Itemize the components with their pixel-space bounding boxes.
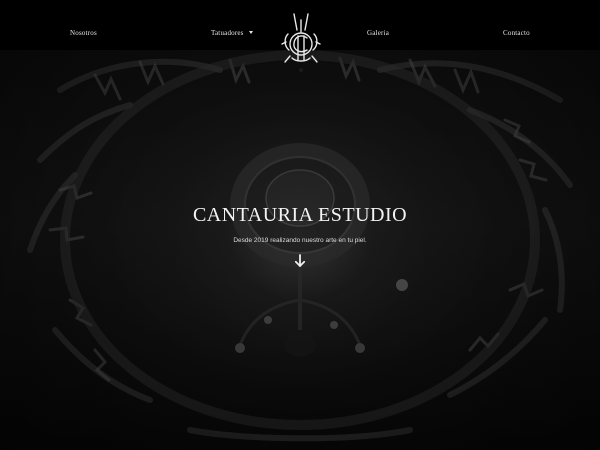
- nav-link-tatuadores-label: Tatuadores: [211, 29, 244, 37]
- chevron-down-icon: [248, 30, 253, 34]
- page: Nosotros Tatuadores Galeria Contacto CAN…: [0, 0, 600, 450]
- nav-link-galeria[interactable]: Galeria: [367, 29, 389, 37]
- nav-link-contacto[interactable]: Contacto: [503, 29, 530, 37]
- nav-link-tatuadores[interactable]: Tatuadores: [211, 29, 253, 37]
- site-logo[interactable]: [280, 12, 322, 84]
- arrow-down-icon[interactable]: [294, 254, 306, 268]
- hero-title: CANTAURIA ESTUDIO: [192, 204, 408, 226]
- hero-subtitle: Desde 2019 realizando nuestro arte en tu…: [233, 237, 367, 244]
- ornate-monogram-logo-icon: [281, 13, 321, 72]
- scroll-down-arrow-svg: [294, 254, 306, 267]
- nav-link-nosotros[interactable]: Nosotros: [70, 29, 97, 37]
